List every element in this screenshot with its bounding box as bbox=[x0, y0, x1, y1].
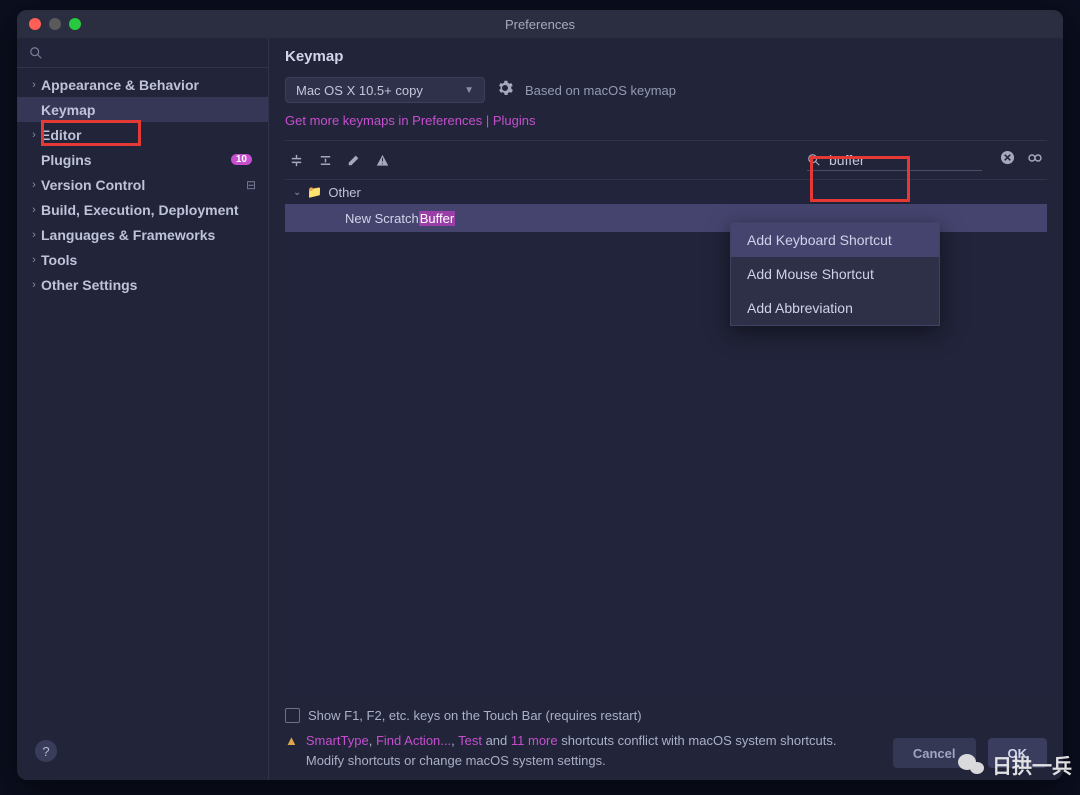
sidebar-item-tools[interactable]: ›Tools bbox=[17, 247, 268, 272]
conflict-line2: Modify shortcuts or change macOS system … bbox=[306, 753, 606, 768]
conflict-link-smarttype[interactable]: SmartType bbox=[306, 733, 369, 748]
sidebar-tree: ›Appearance & Behavior Keymap ›Editor Pl… bbox=[17, 68, 268, 780]
sidebar-item-editor[interactable]: ›Editor bbox=[17, 122, 268, 147]
conflict-link-findaction[interactable]: Find Action... bbox=[376, 733, 451, 748]
ctx-add-keyboard-shortcut[interactable]: Add Keyboard Shortcut bbox=[731, 223, 939, 257]
based-on-label: Based on macOS keymap bbox=[525, 83, 676, 98]
keymap-toolbar bbox=[285, 140, 1047, 180]
chevron-down-icon: ▼ bbox=[464, 85, 474, 96]
gear-icon[interactable] bbox=[497, 80, 513, 101]
clear-search-icon[interactable] bbox=[1000, 150, 1015, 170]
touchbar-checkbox-label: Show F1, F2, etc. keys on the Touch Bar … bbox=[308, 708, 642, 723]
preferences-window: Preferences ›Appearance & Behavior Keyma… bbox=[17, 10, 1063, 780]
chevron-down-icon: ⌄ bbox=[293, 187, 301, 198]
group-label: Other bbox=[328, 185, 361, 200]
maximize-icon[interactable] bbox=[69, 18, 81, 30]
edit-icon[interactable] bbox=[347, 153, 361, 167]
more-keymaps-link[interactable]: Get more keymaps in Preferences | Plugin… bbox=[285, 113, 1047, 128]
minimize-icon[interactable] bbox=[49, 18, 61, 30]
warning-triangle-icon: ▲ bbox=[285, 731, 298, 770]
repo-icon: ⊟ bbox=[246, 178, 256, 192]
search-icon bbox=[29, 46, 43, 60]
main-panel: Keymap Mac OS X 10.5+ copy ▼ Based on ma… bbox=[269, 38, 1063, 780]
sidebar-item-version-control[interactable]: ›Version Control⊟ bbox=[17, 172, 268, 197]
action-search[interactable] bbox=[807, 150, 982, 171]
conflict-link-more[interactable]: 11 more bbox=[511, 733, 558, 748]
help-button[interactable]: ? bbox=[35, 740, 57, 762]
window-title: Preferences bbox=[505, 17, 575, 32]
sidebar-item-appearance[interactable]: ›Appearance & Behavior bbox=[17, 72, 268, 97]
touchbar-checkbox-row: Show F1, F2, etc. keys on the Touch Bar … bbox=[285, 708, 1047, 723]
folder-icon: 📁 bbox=[307, 185, 322, 199]
action-label-prefix: New Scratch bbox=[345, 211, 419, 226]
keymap-tree: ⌄ 📁 Other New Scratch Buffer Add Keyboar… bbox=[285, 180, 1047, 698]
cancel-button[interactable]: Cancel bbox=[893, 738, 976, 768]
titlebar: Preferences bbox=[17, 10, 1063, 38]
context-menu: Add Keyboard Shortcut Add Mouse Shortcut… bbox=[730, 222, 940, 326]
action-label-match: Buffer bbox=[419, 211, 455, 226]
sidebar-item-plugins[interactable]: Plugins10 bbox=[17, 147, 268, 172]
sidebar-item-other-settings[interactable]: ›Other Settings bbox=[17, 272, 268, 297]
scheme-value: Mac OS X 10.5+ copy bbox=[296, 83, 423, 98]
keymap-group-other[interactable]: ⌄ 📁 Other bbox=[285, 180, 1047, 204]
sidebar-item-build[interactable]: ›Build, Execution, Deployment bbox=[17, 197, 268, 222]
sidebar-search[interactable] bbox=[17, 38, 268, 68]
search-icon bbox=[807, 153, 821, 167]
expand-all-icon[interactable] bbox=[289, 153, 304, 168]
warning-icon[interactable] bbox=[375, 153, 390, 168]
ctx-add-abbreviation[interactable]: Add Abbreviation bbox=[731, 291, 939, 325]
conflict-link-test[interactable]: Test bbox=[458, 733, 482, 748]
close-icon[interactable] bbox=[29, 18, 41, 30]
sidebar-item-languages[interactable]: ›Languages & Frameworks bbox=[17, 222, 268, 247]
ok-button[interactable]: OK bbox=[988, 738, 1048, 768]
action-search-input[interactable] bbox=[829, 152, 959, 168]
ctx-add-mouse-shortcut[interactable]: Add Mouse Shortcut bbox=[731, 257, 939, 291]
collapse-all-icon[interactable] bbox=[318, 153, 333, 168]
keymap-scheme-dropdown[interactable]: Mac OS X 10.5+ copy ▼ bbox=[285, 77, 485, 103]
page-title: Keymap bbox=[285, 48, 1047, 65]
touchbar-checkbox[interactable] bbox=[285, 708, 300, 723]
sidebar-item-keymap[interactable]: Keymap bbox=[17, 97, 268, 122]
window-controls bbox=[17, 18, 81, 30]
sidebar: ›Appearance & Behavior Keymap ›Editor Pl… bbox=[17, 38, 269, 780]
plugins-badge: 10 bbox=[231, 154, 252, 165]
find-by-shortcut-icon[interactable] bbox=[1027, 150, 1043, 171]
